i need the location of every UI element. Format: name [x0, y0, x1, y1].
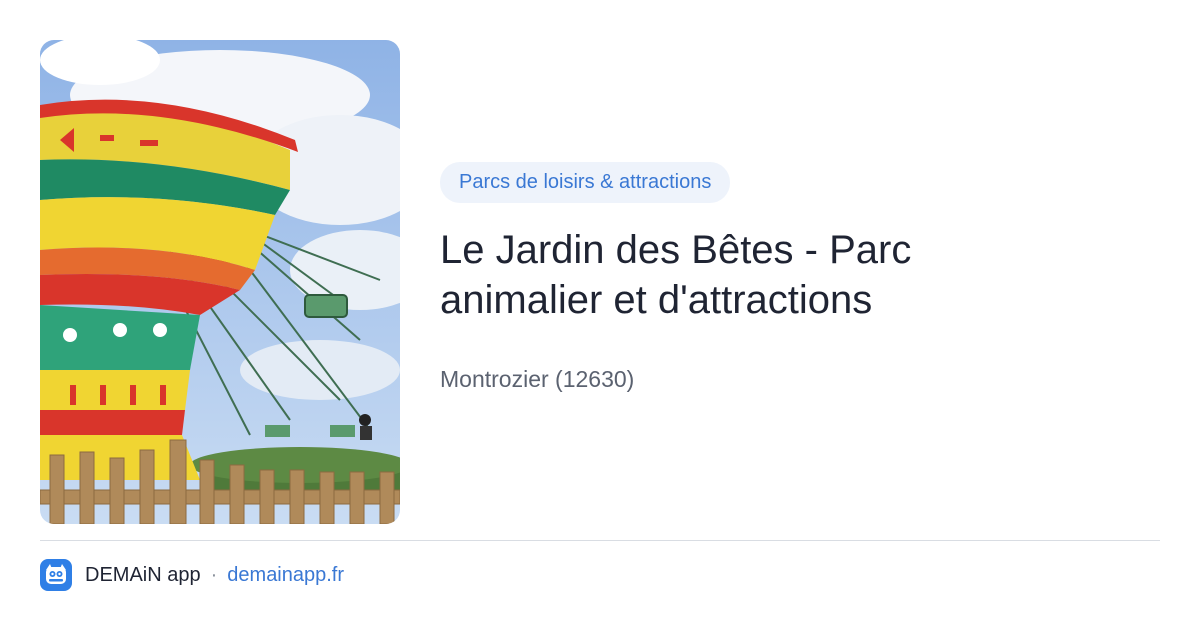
- domain-link[interactable]: demainapp.fr: [227, 564, 344, 587]
- attraction-photo[interactable]: [40, 40, 400, 524]
- place-location: Montrozier (12630): [440, 366, 635, 392]
- swing-ride-illustration: [40, 40, 400, 524]
- footer-separator: ·: [210, 563, 218, 586]
- app-name: DEMAiN app: [85, 563, 201, 586]
- owl-face-icon[interactable]: [40, 559, 72, 591]
- footer: DEMAiN app · demainapp.fr: [40, 558, 344, 592]
- place-title[interactable]: Le Jardin des Bêtes - Parc animalier et …: [440, 225, 1040, 325]
- footer-divider: [40, 540, 1160, 541]
- category-badge[interactable]: Parcs de loisirs & attractions: [440, 162, 731, 203]
- card-content: Parcs de loisirs & attractions Le Jardin…: [440, 162, 1160, 393]
